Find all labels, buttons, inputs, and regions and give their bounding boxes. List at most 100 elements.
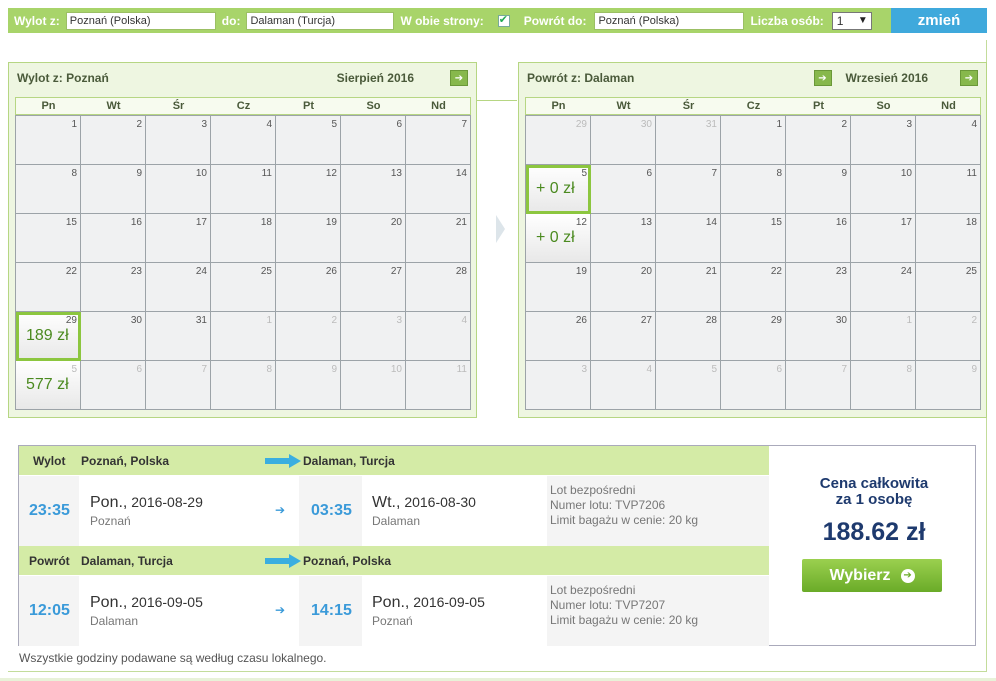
calendar-day[interactable]: 12 + 0 zł: [526, 214, 591, 263]
calendar-day: 5: [656, 361, 721, 410]
day-number: 11: [456, 364, 467, 375]
weekday-header: Pn Wt Śr Cz Pt So Nd: [15, 97, 471, 115]
day-number: 10: [390, 364, 402, 375]
day-number: 29: [770, 315, 782, 326]
calendar-day: 18: [916, 214, 981, 263]
outbound-arr-city: Dalaman: [372, 514, 421, 528]
calendar-day: 1: [211, 312, 276, 361]
day-number: 5: [71, 364, 77, 375]
calendar-day: 11: [916, 165, 981, 214]
outbound-from-city: Poznań, Polska: [81, 453, 170, 468]
calendar-day[interactable]: 29 189 zł: [16, 312, 81, 361]
calendar-day: 9: [81, 165, 146, 214]
calendar-day: 26: [276, 263, 341, 312]
calendar-day: 19: [276, 214, 341, 263]
day-number: 1: [776, 119, 782, 130]
day-number: 28: [705, 315, 717, 326]
calendar-day: 29: [721, 312, 786, 361]
calendar-day: 4: [406, 312, 471, 361]
price-label-line1: Cena całkowita: [819, 475, 929, 492]
day-number: 14: [455, 168, 467, 179]
to-input[interactable]: [246, 11, 395, 30]
day-number: 9: [841, 168, 847, 179]
day-number: 22: [65, 266, 77, 277]
calendar-day: 31: [656, 116, 721, 165]
roundtrip-checkbox[interactable]: [497, 13, 510, 27]
day-price: 189 zł: [26, 327, 69, 344]
day-number: 10: [195, 168, 207, 179]
calendar-day: 15: [721, 214, 786, 263]
calendar-day: 20: [591, 263, 656, 312]
day-number: 7: [201, 364, 207, 375]
calendar-day: 2: [916, 312, 981, 361]
return-dep-date: Pon., 2016-09-05: [90, 594, 203, 611]
weekday-label: Wt: [106, 100, 121, 112]
calendar-day: 1: [851, 312, 916, 361]
day-number: 20: [390, 217, 402, 228]
day-number: 6: [396, 119, 402, 130]
return-info: Lot bezpośredni Numer lotu: TVP7207 Limi…: [550, 583, 699, 627]
day-number: 1: [906, 315, 912, 326]
calendar-day: 22: [16, 263, 81, 312]
persons-select[interactable]: 1 ▼: [831, 11, 872, 30]
day-number: 21: [455, 217, 467, 228]
calendar-day: 4: [916, 116, 981, 165]
day-number: 7: [841, 364, 847, 375]
return-month: Wrzesień 2016: [845, 71, 929, 85]
calendar-day: 19: [526, 263, 591, 312]
day-number: 8: [71, 168, 77, 179]
outbound-dep-time: 23:35: [29, 502, 70, 519]
calendar-day: 25: [916, 263, 981, 312]
calendar-day: 20: [341, 214, 406, 263]
return-from-city: Dalaman, Turcja: [81, 553, 173, 568]
prev-month-icon[interactable]: ➔: [813, 70, 832, 86]
day-number: 11: [966, 168, 977, 179]
day-number: 25: [965, 266, 977, 277]
calendar-day: 3: [341, 312, 406, 361]
calendar-day: 11: [211, 165, 276, 214]
day-number: 26: [575, 315, 587, 326]
calendar-day: 3: [146, 116, 211, 165]
calendar-day: 6: [341, 116, 406, 165]
next-month-icon[interactable]: ➔: [450, 70, 468, 86]
weekday-label: Nd: [941, 100, 956, 112]
calendar-day: 27: [591, 312, 656, 361]
calendar-day: 23: [81, 263, 146, 312]
choose-button[interactable]: Wybierz ➔: [802, 559, 942, 592]
return-input[interactable]: [594, 11, 745, 30]
next-month-icon[interactable]: ➔: [960, 70, 978, 86]
calendar-day: 25: [211, 263, 276, 312]
calendar-day[interactable]: 5 + 0 zł: [526, 165, 591, 214]
return-dep-city: Dalaman: [90, 614, 139, 628]
calendar-day: 8: [16, 165, 81, 214]
outbound-calendar: Wylot z: Poznań Sierpień 2016 ➔ Pn Wt Śr Cz…: [8, 62, 477, 418]
calendar-day: 30: [786, 312, 851, 361]
calendar-day: 4: [211, 116, 276, 165]
day-number: 16: [835, 217, 847, 228]
day-number: 31: [195, 315, 207, 326]
return-label: Powrót: [29, 553, 70, 568]
calendar-day: 17: [146, 214, 211, 263]
total-price: 188.62 zł: [822, 518, 926, 546]
calendar-day: 8: [721, 165, 786, 214]
calendar-day: 23: [786, 263, 851, 312]
change-button[interactable]: zmień: [891, 8, 987, 33]
day-number: 8: [266, 364, 272, 375]
day-number: 16: [130, 217, 142, 228]
calendar-day: 6: [721, 361, 786, 410]
calendar-day: 7: [786, 361, 851, 410]
from-input[interactable]: [65, 11, 216, 30]
calendar-day: 18: [211, 214, 276, 263]
day-number: 3: [581, 364, 587, 375]
calendar-day[interactable]: 5 577 zł: [16, 361, 81, 410]
day-number: 24: [195, 266, 207, 277]
calendar-day: 10: [341, 361, 406, 410]
day-number: 4: [971, 119, 977, 130]
day-number: 1: [266, 315, 272, 326]
day-number: 6: [646, 168, 652, 179]
weekday-label: So: [876, 100, 891, 112]
calendar-day: 13: [591, 214, 656, 263]
day-number: 6: [776, 364, 782, 375]
arrow-right-icon: ➔: [900, 568, 915, 583]
return-dep-time: 12:05: [29, 602, 70, 619]
